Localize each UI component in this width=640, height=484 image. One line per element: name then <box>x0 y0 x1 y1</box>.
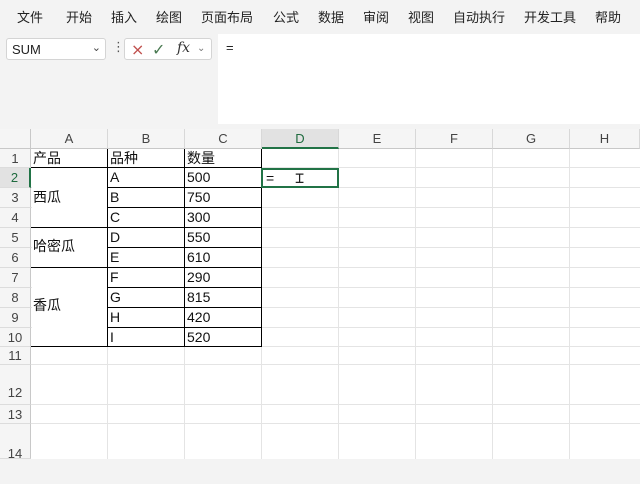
table-border <box>31 346 262 347</box>
header-product[interactable]: 产品 <box>31 149 107 167</box>
group-label-muskmelon[interactable]: 香瓜 <box>31 296 107 315</box>
active-cell-d2[interactable]: = ⌶ <box>261 168 339 188</box>
quantity-cell[interactable]: 420 <box>185 308 261 327</box>
menu-home[interactable]: 开始 <box>66 7 92 26</box>
menu-view[interactable]: 视图 <box>408 7 434 26</box>
menu-automate[interactable]: 自动执行 <box>453 7 505 26</box>
variety-cell[interactable]: F <box>108 268 184 287</box>
text-cursor-icon: ⌶ <box>295 169 305 187</box>
variety-cell[interactable]: I <box>108 328 184 346</box>
quantity-cell[interactable]: 500 <box>185 168 261 187</box>
gridline <box>415 149 416 459</box>
row-header-2[interactable]: 2 <box>0 168 31 188</box>
formula-bar: SUM ⌄ ⋮ × ✓ fx ⌄ = <box>0 34 640 128</box>
gridline <box>569 149 570 459</box>
row-header-3[interactable]: 3 <box>0 188 31 208</box>
variety-cell[interactable]: A <box>108 168 184 187</box>
column-header-f[interactable]: F <box>416 129 493 149</box>
menu-review[interactable]: 审阅 <box>363 7 389 26</box>
name-box[interactable]: SUM ⌄ <box>6 38 106 60</box>
gridline <box>31 423 640 424</box>
active-cell-text: = <box>266 170 275 186</box>
row-header-9[interactable]: 9 <box>0 308 31 328</box>
row-header-8[interactable]: 8 <box>0 288 31 308</box>
variety-cell[interactable]: C <box>108 208 184 227</box>
column-header-c[interactable]: C <box>185 129 262 149</box>
cancel-icon[interactable]: × <box>131 40 144 59</box>
gridline <box>31 404 640 405</box>
column-header-g[interactable]: G <box>493 129 570 149</box>
formula-input[interactable]: = <box>218 34 640 124</box>
row-header-4[interactable]: 4 <box>0 208 31 228</box>
column-header-d[interactable]: D <box>262 129 339 149</box>
menu-developer[interactable]: 开发工具 <box>524 7 576 26</box>
row-header-14[interactable]: 14 <box>0 424 31 461</box>
row-header-11[interactable]: 11 <box>0 347 31 365</box>
select-all-corner[interactable] <box>0 129 31 149</box>
column-header-h[interactable]: H <box>570 129 640 149</box>
insert-function-icon[interactable]: fx <box>177 40 190 56</box>
quantity-cell[interactable]: 520 <box>185 328 261 346</box>
gridline <box>338 149 339 459</box>
chevron-down-icon[interactable]: ⌄ <box>92 41 101 54</box>
variety-cell[interactable]: H <box>108 308 184 327</box>
group-label-hami-melon[interactable]: 哈密瓜 <box>31 237 107 256</box>
gridline <box>31 364 640 365</box>
menu-insert[interactable]: 插入 <box>111 7 137 26</box>
row-header-13[interactable]: 13 <box>0 405 31 424</box>
formula-buttons: × ✓ fx ⌄ <box>124 38 212 60</box>
ribbon-menu-bar: 文件 开始 插入 绘图 页面布局 公式 数据 审阅 视图 自动执行 开发工具 帮… <box>0 0 640 34</box>
quantity-cell[interactable]: 610 <box>185 248 261 267</box>
row-header-10[interactable]: 10 <box>0 328 31 347</box>
name-box-value: SUM <box>12 42 41 57</box>
quantity-cell[interactable]: 290 <box>185 268 261 287</box>
enter-icon[interactable]: ✓ <box>152 40 165 59</box>
quantity-cell[interactable]: 815 <box>185 288 261 307</box>
row-header-5[interactable]: 5 <box>0 228 31 248</box>
variety-cell[interactable]: G <box>108 288 184 307</box>
variety-cell[interactable]: D <box>108 228 184 247</box>
row-header-1[interactable]: 1 <box>0 149 31 168</box>
row-header-12[interactable]: 12 <box>0 365 31 405</box>
menu-formulas[interactable]: 公式 <box>273 7 299 26</box>
gridline <box>492 149 493 459</box>
menu-draw[interactable]: 绘图 <box>156 7 182 26</box>
variety-cell[interactable]: B <box>108 188 184 207</box>
formula-input-text: = <box>226 40 234 55</box>
worksheet-grid[interactable]: A B C D E F G H 1 2 3 4 5 6 7 8 9 10 11 … <box>0 129 640 461</box>
header-quantity[interactable]: 数量 <box>185 149 261 167</box>
quantity-cell[interactable]: 300 <box>185 208 261 227</box>
group-label-watermelon[interactable]: 西瓜 <box>31 188 107 207</box>
menu-help[interactable]: 帮助 <box>595 7 621 26</box>
column-header-e[interactable]: E <box>339 129 416 149</box>
row-header-6[interactable]: 6 <box>0 248 31 268</box>
menu-page-layout[interactable]: 页面布局 <box>201 7 253 26</box>
row-header-7[interactable]: 7 <box>0 268 31 288</box>
quantity-cell[interactable]: 750 <box>185 188 261 207</box>
column-header-a[interactable]: A <box>31 129 108 149</box>
menu-data[interactable]: 数据 <box>318 7 344 26</box>
quantity-cell[interactable]: 550 <box>185 228 261 247</box>
column-header-b[interactable]: B <box>108 129 185 149</box>
chevron-down-icon[interactable]: ⌄ <box>197 43 205 54</box>
header-variety[interactable]: 品种 <box>108 149 184 167</box>
menu-file[interactable]: 文件 <box>17 7 43 26</box>
variety-cell[interactable]: E <box>108 248 184 267</box>
